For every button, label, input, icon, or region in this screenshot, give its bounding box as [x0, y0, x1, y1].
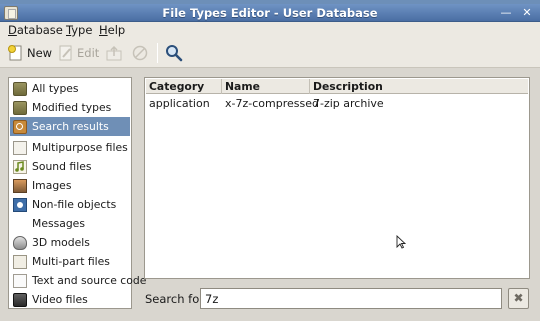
new-icon — [8, 45, 22, 61]
menu-type[interactable]: Type — [66, 23, 92, 37]
clear-icon: ✖ — [513, 291, 524, 305]
results-table[interactable]: Category Name Description application x-… — [144, 77, 530, 279]
minimize-icon: — — [500, 6, 512, 19]
sidebar-item-messages[interactable]: Messages — [10, 214, 130, 233]
toolbar: New Edit — [0, 38, 540, 68]
sidebar-item-video-files[interactable]: Video files — [10, 290, 130, 309]
image-icon — [13, 178, 27, 193]
sound-icon — [13, 159, 27, 174]
sidebar-item-label: Search results — [32, 120, 109, 133]
edit-icon — [59, 45, 72, 61]
sidebar-item-search-results[interactable]: Search results — [10, 117, 130, 136]
table-row[interactable]: application x-7z-compressed 7-zip archiv… — [146, 96, 528, 113]
find-button[interactable] — [165, 43, 183, 63]
sidebar-item-non-file-objects[interactable]: Non-file objects — [10, 195, 130, 214]
edit-button[interactable]: Edit — [58, 43, 99, 63]
messages-icon — [13, 217, 27, 231]
close-window-button[interactable]: ✕ — [520, 6, 534, 20]
export-button[interactable] — [106, 43, 122, 63]
table-header: Category Name Description — [146, 79, 528, 94]
menu-help[interactable]: Help — [99, 23, 125, 37]
menu-database[interactable]: Database — [8, 23, 63, 37]
column-header-category[interactable]: Category — [146, 79, 222, 94]
sidebar-item-label: Text and source code — [32, 274, 147, 287]
new-button[interactable]: New — [8, 43, 52, 63]
sidebar-item-label: Modified types — [32, 101, 112, 114]
column-header-name[interactable]: Name — [222, 79, 310, 94]
sidebar-item-all-types[interactable]: All types — [10, 79, 130, 98]
sidebar-item-label: Video files — [32, 293, 88, 306]
search-folder-icon — [13, 119, 27, 134]
title-bar[interactable]: File Types Editor - User Database — ✕ — [0, 4, 540, 22]
delete-icon — [132, 45, 148, 61]
sidebar-item-label: All types — [32, 82, 79, 95]
search-label: Search for: — [145, 292, 208, 306]
clear-search-button[interactable]: ✖ — [508, 288, 529, 309]
sidebar-item-label: Images — [32, 179, 72, 192]
sidebar-item-label: Messages — [32, 217, 85, 230]
video-icon — [13, 292, 27, 307]
window-title: File Types Editor - User Database — [162, 6, 378, 20]
menu-accelerator: T — [66, 23, 72, 37]
sidebar-item-label: Sound files — [32, 160, 92, 173]
menu-bar: Database Type Help — [0, 22, 540, 38]
minimize-button[interactable]: — — [499, 6, 513, 20]
mouse-pointer-icon — [396, 235, 406, 249]
close-icon: ✕ — [522, 6, 532, 19]
multipart-icon — [13, 254, 27, 269]
non-file-icon — [13, 197, 27, 212]
3d-model-icon — [13, 235, 27, 250]
sidebar-item-sound-files[interactable]: Sound files — [10, 157, 130, 176]
text-icon — [13, 273, 27, 288]
folder-icon — [13, 100, 27, 115]
sidebar-item-label: Multipurpose files — [32, 141, 128, 154]
sidebar-item-multi-part-files[interactable]: Multi-part files — [10, 252, 130, 271]
edit-button-label: Edit — [77, 46, 100, 60]
export-icon — [106, 45, 122, 61]
sidebar-item-label: Multi-part files — [32, 255, 110, 268]
menu-accelerator: H — [99, 23, 108, 37]
search-input[interactable] — [200, 288, 502, 309]
new-button-label: New — [27, 46, 53, 60]
magnifier-icon — [166, 45, 183, 62]
sidebar-item-3d-models[interactable]: 3D models — [10, 233, 130, 252]
cell-name: x-7z-compressed — [225, 97, 319, 110]
toolbar-separator — [157, 43, 158, 63]
column-header-description[interactable]: Description — [310, 79, 528, 94]
document-icon — [13, 140, 27, 155]
sidebar-item-label: Non-file objects — [32, 198, 117, 211]
folder-icon — [13, 81, 27, 96]
delete-button[interactable] — [132, 43, 148, 63]
sidebar-item-text-and-source-code[interactable]: Text and source code — [10, 271, 146, 290]
sidebar-item-multipurpose-files[interactable]: Multipurpose files — [10, 138, 130, 157]
cell-description: 7-zip archive — [313, 97, 384, 110]
sidebar-item-modified-types[interactable]: Modified types — [10, 98, 130, 117]
sidebar-item-images[interactable]: Images — [10, 176, 130, 195]
cell-category: application — [149, 97, 210, 110]
sidebar-item-label: 3D models — [32, 236, 90, 249]
category-list[interactable]: All types Modified types Search results … — [8, 77, 146, 309]
menu-accelerator: D — [8, 23, 17, 37]
